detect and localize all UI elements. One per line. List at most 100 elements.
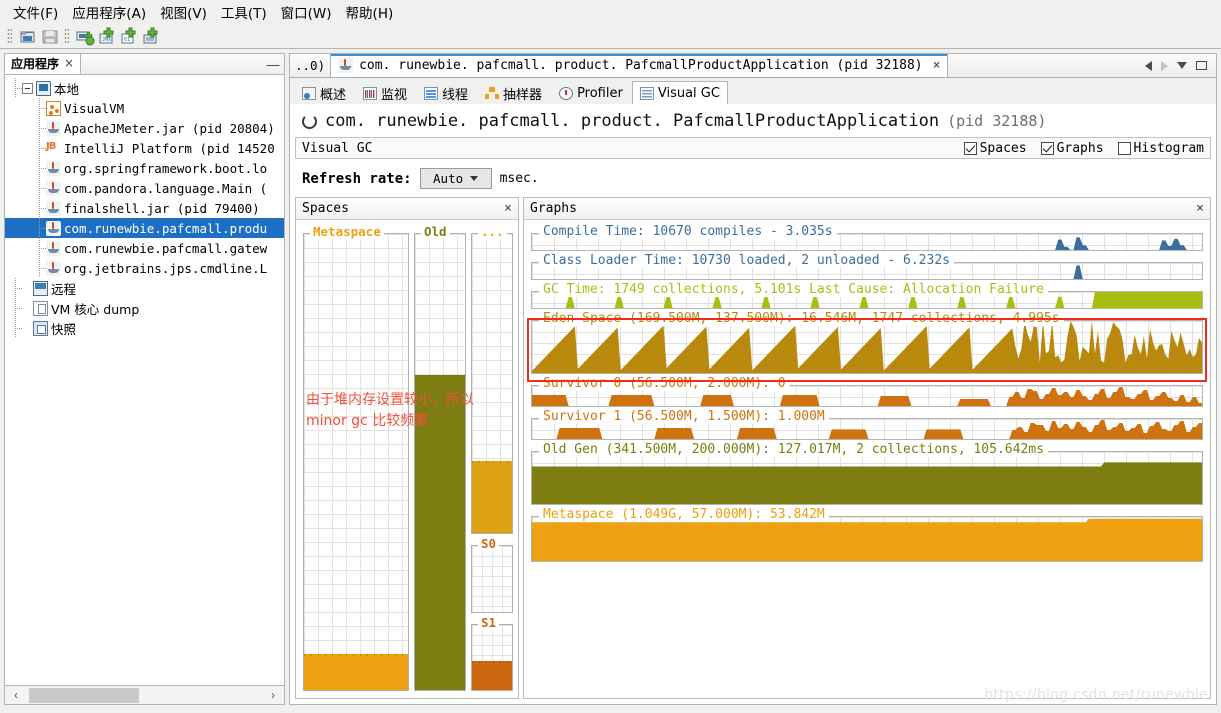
tab-label: com. runewbie. pafcmall. product. Pafcma… [359, 58, 923, 73]
old-column[interactable]: Old [414, 224, 466, 691]
tab-visual-gc[interactable]: Visual GC [631, 81, 728, 104]
s0-label: S0 [478, 536, 500, 552]
tree-node-visualvm[interactable]: VisualVM [5, 98, 284, 118]
graphs-pane-title: Graphs [530, 201, 577, 216]
tree-node-pafcmall-gateway[interactable]: com.runewbie.pafcmall.gatew [5, 238, 284, 258]
chevron-down-icon [470, 176, 479, 181]
tree-node-springboot[interactable]: org.springframework.boot.lo [5, 158, 284, 178]
menu-bar: 文件(F) 应用程序(A) 视图(V) 工具(T) 窗口(W) 帮助(H) [0, 0, 1221, 24]
applications-dock: 应用程序 × — 本地 VisualVM ApacheJMeter.jar (p… [4, 53, 285, 705]
refresh-rate-select[interactable]: Auto [419, 168, 492, 189]
metaspace-graph: Metaspace (1.049G, 57.000M): 53.842M [531, 507, 1203, 562]
tree-horizontal-scrollbar[interactable]: ‹ › [4, 686, 285, 705]
tree-node-pafcmall-product[interactable]: com.runewbie.pafcmall.produ [5, 218, 284, 238]
watermark: https://blog.csdn.net/runewbie [984, 687, 1208, 703]
tree-node-intellij[interactable]: IntelliJ Platform (pid 14520 [5, 138, 284, 158]
young-gen-column[interactable]: ... S0 S1 [471, 224, 513, 691]
tab-pafcmall-product-application[interactable]: com. runewbie. pafcmall. product. Pafcma… [331, 54, 949, 77]
menu-file[interactable]: 文件(F) [6, 0, 65, 24]
menu-view[interactable]: 视图(V) [153, 0, 214, 24]
tree-label: VisualVM [64, 100, 125, 116]
minimize-dock-button[interactable]: — [262, 57, 284, 72]
applications-tree-panel[interactable]: 本地 VisualVM ApacheJMeter.jar (pid 20804) [4, 74, 285, 686]
tree-node-pandora[interactable]: com.pandora.language.Main ( [5, 178, 284, 198]
tab-applications[interactable]: 应用程序 × [5, 53, 82, 75]
tab-profiler-label: Profiler [577, 85, 623, 101]
tree-line [9, 78, 22, 98]
add-application-button[interactable] [140, 26, 160, 46]
java-icon [46, 220, 61, 236]
add-remote-host-button[interactable] [74, 26, 95, 46]
tab-threads[interactable]: 线程 [416, 81, 476, 104]
tree-line [33, 258, 46, 278]
menu-window[interactable]: 窗口(W) [274, 0, 339, 24]
menu-applications[interactable]: 应用程序(A) [65, 0, 153, 24]
maximize-icon[interactable] [1196, 61, 1207, 70]
checkbox-box[interactable] [1117, 141, 1131, 155]
tree-node-finalshell[interactable]: finalshell.jar (pid 79400) [5, 198, 284, 218]
tree-node-vm-coredump[interactable]: VM 核心 dump [5, 298, 284, 318]
scrollbar-track[interactable] [27, 686, 262, 704]
metaspace-graph-title: Metaspace (1.049G, 57.000M): 53.842M [539, 507, 829, 522]
tab-sampler[interactable]: 抽样器 [477, 81, 550, 104]
add-jmx-connection-button[interactable]: JMX [96, 26, 116, 46]
expander-icon[interactable] [22, 82, 33, 94]
menu-help[interactable]: 帮助(H) [339, 0, 401, 24]
toolbar-grip [7, 27, 12, 45]
close-icon[interactable]: × [929, 58, 941, 73]
scroll-tabs-left-icon[interactable] [1145, 60, 1152, 71]
visualvm-icon [46, 100, 61, 116]
checkbox-box[interactable] [963, 141, 977, 155]
load-snapshot-button[interactable] [17, 26, 37, 46]
tab-overview-label: 概述 [320, 87, 347, 103]
application-tab-row: ..0) com. runewbie. pafcmall. product. P… [289, 53, 1217, 78]
menu-tools[interactable]: 工具(T) [214, 0, 274, 24]
tree-line [9, 298, 22, 318]
eden-space-graph: Eden Space (169.500M, 137.500M): 16.546M… [531, 311, 1203, 374]
close-icon[interactable]: × [1196, 201, 1204, 216]
class-loader-time-graph: Class Loader Time: 10730 loaded, 2 unloa… [531, 253, 1203, 280]
tree-node-jetbrains-jps[interactable]: org.jetbrains.jps.cmdline.L [5, 258, 284, 278]
tab-list-dropdown-icon[interactable] [1177, 62, 1187, 69]
tab-clipped-previous[interactable]: ..0) [290, 54, 332, 77]
scroll-right-arrow-icon[interactable]: › [262, 688, 284, 702]
scrollbar-thumb[interactable] [29, 687, 139, 703]
java-icon [338, 58, 354, 73]
tab-profiler[interactable]: Profiler [551, 81, 631, 104]
graphs-checkbox[interactable]: Graphs [1040, 140, 1104, 156]
histogram-checkbox[interactable]: Histogram [1117, 141, 1204, 156]
tree-node-snapshots[interactable]: 快照 [5, 318, 284, 338]
spaces-checkbox[interactable]: Spaces [963, 140, 1027, 156]
metaspace-column[interactable]: Metaspace [303, 224, 409, 691]
tree-line [33, 118, 46, 138]
checkbox-box[interactable] [1040, 141, 1054, 155]
tab-monitor[interactable]: 监视 [355, 81, 415, 104]
tree-node-local[interactable]: 本地 [5, 78, 284, 98]
tree-label: VM 核心 dump [51, 301, 140, 317]
tree-node-remote[interactable]: 远程 [5, 278, 284, 298]
add-core-dump-button[interactable]: 01 [118, 26, 138, 46]
close-icon[interactable]: × [64, 56, 74, 70]
s1-label: S1 [478, 614, 500, 630]
spaces-pane-header: Spaces × [296, 198, 518, 220]
eden-space-graph-title: Eden Space (169.500M, 137.500M): 16.546M… [539, 311, 1064, 326]
close-icon[interactable]: × [504, 201, 512, 216]
remote-icon [33, 280, 48, 296]
tree-node-apachejmeter[interactable]: ApacheJMeter.jar (pid 20804) [5, 118, 284, 138]
java-icon [46, 200, 61, 216]
toolbar-grip-2 [64, 27, 69, 45]
tab-overview[interactable]: 概述 [294, 81, 354, 104]
scroll-left-arrow-icon[interactable]: ‹ [5, 688, 27, 702]
tree-label: 远程 [51, 281, 77, 297]
eden-fill [472, 461, 512, 534]
eden-space-graph-plot [531, 320, 1203, 374]
old-gen-graph: Old Gen (341.500M, 200.000M): 127.017M, … [531, 442, 1203, 505]
monitor-icon [36, 80, 51, 96]
metaspace-graph-plot [531, 516, 1203, 562]
java-icon [46, 160, 61, 176]
spaces-checkbox-label: Spaces [979, 140, 1027, 156]
graphs-checkbox-label: Graphs [1056, 140, 1104, 156]
tree-label: 快照 [51, 321, 77, 337]
old-fill [415, 375, 465, 690]
save-snapshot-button[interactable] [39, 26, 59, 46]
